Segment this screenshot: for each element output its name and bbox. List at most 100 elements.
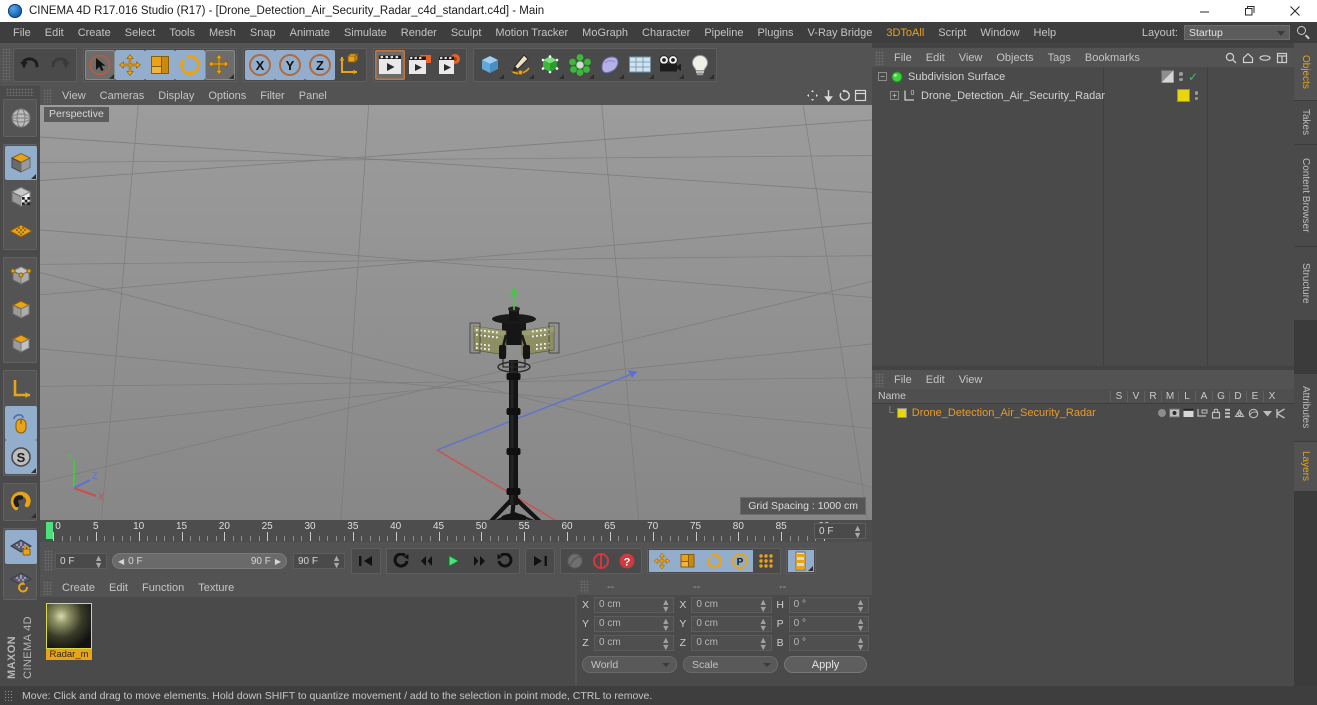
subdivision-tag-icon[interactable] (1161, 70, 1174, 83)
enabled-check-icon[interactable]: ✓ (1188, 70, 1198, 84)
material-list[interactable]: Radar_m (40, 597, 575, 686)
menu-item-animate[interactable]: Animate (283, 24, 337, 42)
material-item[interactable]: Radar_m (46, 603, 92, 660)
object-menu-edit[interactable]: Edit (919, 50, 952, 66)
fit-icon[interactable] (1276, 52, 1288, 64)
menu-item-3dtoall[interactable]: 3DToAll (879, 24, 931, 42)
lock-flag-icon[interactable] (1211, 408, 1221, 419)
world-object-axis-icon[interactable] (335, 50, 365, 80)
timeline-editor-icon[interactable] (788, 550, 814, 572)
preview-range-slider[interactable]: ◀ 0 F 90 F ▶ (112, 553, 287, 569)
expression-flag-icon[interactable] (1262, 409, 1273, 418)
live-selection-icon[interactable] (85, 50, 115, 80)
tab-takes[interactable]: Takes (1294, 101, 1317, 145)
render-view-icon[interactable] (375, 50, 405, 80)
range-left-arrow-icon[interactable]: ◀ (118, 557, 124, 566)
layer-menu-file[interactable]: File (887, 372, 919, 388)
object-menu-bookmarks[interactable]: Bookmarks (1078, 50, 1147, 66)
spinner-icon[interactable]: ▲▼ (759, 618, 768, 632)
tab-structure[interactable]: Structure (1294, 247, 1317, 321)
menu-item-plugins[interactable]: Plugins (750, 24, 800, 42)
previous-key-icon[interactable] (388, 550, 414, 572)
layer-menu-view[interactable]: View (952, 372, 990, 388)
end-frame-field[interactable]: 90 F ▲▼ (293, 553, 345, 569)
coord-pos-x-field[interactable]: 0 cm▲▼ (594, 597, 674, 613)
menu-item-edit[interactable]: Edit (38, 24, 71, 42)
key-parameter-icon[interactable]: P (727, 550, 753, 572)
coord-mode-dropdown[interactable]: Scale (683, 656, 778, 673)
tab-objects[interactable]: Objects (1294, 43, 1317, 101)
object-menu-objects[interactable]: Objects (989, 50, 1040, 66)
key-position-icon[interactable] (649, 550, 675, 572)
spinner-icon[interactable]: ▲▼ (853, 525, 862, 539)
column-header-v[interactable]: V (1127, 391, 1144, 402)
menu-item-render[interactable]: Render (394, 24, 444, 42)
record-question-icon[interactable]: ? (614, 550, 640, 572)
solo-flag-icon[interactable] (1158, 409, 1166, 417)
workplane-lock-icon[interactable] (5, 530, 37, 564)
viewport-menu-view[interactable]: View (55, 88, 93, 104)
object-menu-tags[interactable]: Tags (1041, 50, 1078, 66)
material-sphere-preview[interactable] (46, 603, 92, 649)
material-menu-edit[interactable]: Edit (102, 580, 135, 596)
column-header-d[interactable]: D (1229, 391, 1246, 402)
material-menu-texture[interactable]: Texture (191, 580, 241, 596)
viewport-menu-panel[interactable]: Panel (292, 88, 334, 104)
undo-view-icon[interactable] (5, 101, 37, 135)
key-rotation-icon[interactable] (701, 550, 727, 572)
texture-mode-icon[interactable] (5, 180, 37, 214)
viewport-menu-filter[interactable]: Filter (253, 88, 291, 104)
apply-button[interactable]: Apply (784, 656, 867, 673)
spinner-icon[interactable]: ▲▼ (856, 618, 865, 632)
menu-item-select[interactable]: Select (118, 24, 163, 42)
next-key-icon[interactable] (492, 550, 518, 572)
polygon-deformation-icon[interactable] (5, 214, 37, 248)
column-header-l[interactable]: L (1178, 391, 1195, 402)
visibility-dots[interactable] (1195, 91, 1199, 100)
timeline-ruler[interactable]: 051015202530354045505560657075808590 (46, 520, 808, 542)
object-menu-file[interactable]: File (887, 50, 919, 66)
object-row-subdivision-surface[interactable]: − Subdivision Surface ✓ (872, 67, 1294, 86)
spinner-icon[interactable]: ▲▼ (856, 637, 865, 651)
menu-item-simulate[interactable]: Simulate (337, 24, 394, 42)
column-header-s[interactable]: S (1110, 391, 1127, 402)
key-pla-icon[interactable] (753, 550, 779, 572)
spinner-icon[interactable]: ▲▼ (759, 599, 768, 613)
menu-item-snap[interactable]: Snap (243, 24, 283, 42)
polygons-mode-icon[interactable] (5, 327, 37, 361)
z-axis-lock-icon[interactable]: Z (305, 50, 335, 80)
minimize-button[interactable] (1182, 0, 1227, 22)
coord-rot-h-field[interactable]: 0 °▲▼ (789, 597, 869, 613)
range-right-arrow-icon[interactable]: ▶ (275, 557, 281, 566)
coord-size-y-field[interactable]: 0 cm▲▼ (691, 616, 771, 632)
manager-flag-icon[interactable] (1197, 408, 1208, 418)
spinner-icon[interactable]: ▲▼ (94, 555, 103, 569)
menu-item-character[interactable]: Character (635, 24, 697, 42)
menu-item-create[interactable]: Create (71, 24, 118, 42)
generator-flag-icon[interactable] (1234, 408, 1245, 419)
viewport-3d-scene[interactable]: Perspective (40, 105, 872, 520)
object-menu-view[interactable]: View (952, 50, 990, 66)
object-manager-grip[interactable] (875, 51, 884, 65)
deformer-icon[interactable] (595, 50, 625, 80)
render-flag-icon[interactable] (1183, 408, 1194, 418)
layer-color-swatch[interactable] (897, 408, 907, 418)
timeline-playhead[interactable] (46, 522, 53, 539)
play-icon[interactable] (440, 550, 466, 572)
viewport-menu-options[interactable]: Options (201, 88, 253, 104)
viewport-grip[interactable] (43, 89, 52, 103)
spline-pen-icon[interactable] (505, 50, 535, 80)
column-header-x[interactable]: X (1263, 391, 1280, 402)
deformer-flag-icon[interactable] (1248, 408, 1259, 419)
step-back-icon[interactable] (414, 550, 440, 572)
y-axis-lock-icon[interactable]: Y (275, 50, 305, 80)
record-active-objects-icon[interactable] (588, 550, 614, 572)
menu-item-tools[interactable]: Tools (162, 24, 202, 42)
snap-magnet-icon[interactable] (5, 485, 37, 519)
move-tool-icon[interactable] (115, 50, 145, 80)
axis-modification-icon[interactable] (5, 372, 37, 406)
spinner-icon[interactable]: ▲▼ (332, 555, 341, 569)
start-frame-field[interactable]: 0 F ▲▼ (55, 553, 107, 569)
menu-item-mesh[interactable]: Mesh (202, 24, 243, 42)
search-icon[interactable] (1225, 52, 1237, 64)
